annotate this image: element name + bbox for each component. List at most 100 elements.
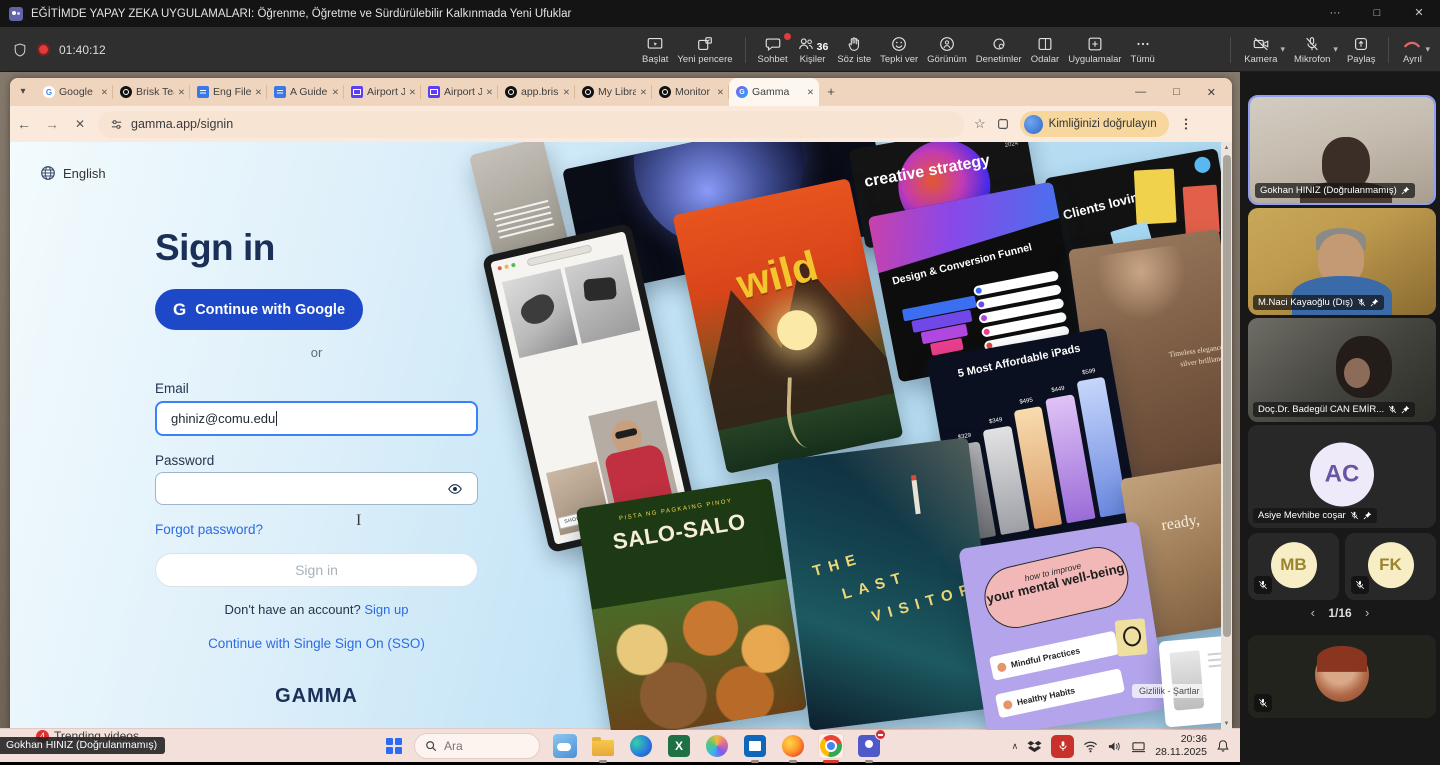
tab-close-icon[interactable]: ✕ <box>486 87 493 98</box>
pen-device-icon[interactable] <box>1131 740 1146 753</box>
tab-close-icon[interactable]: ✕ <box>101 87 108 98</box>
tab-close-icon[interactable]: ✕ <box>717 87 724 98</box>
taskbar-copilot-button[interactable] <box>704 733 730 759</box>
pagination-prev-icon[interactable]: ‹ <box>1311 605 1315 620</box>
window-maximize-button[interactable]: □ <box>1356 0 1398 27</box>
verify-identity-button[interactable]: Kimliğinizi doğrulayın <box>1020 111 1169 137</box>
chrome-icon <box>820 735 842 757</box>
view-button[interactable]: Görünüm <box>926 33 968 67</box>
share-button[interactable]: Paylaş <box>1346 33 1377 67</box>
privacy-terms-link[interactable]: Gizlilik - Şartlar <box>1132 684 1207 698</box>
tab-eng-file[interactable]: Eng File 3✕ <box>190 78 267 106</box>
tray-microphone-indicator[interactable] <box>1051 735 1074 758</box>
tab-a-guide[interactable]: A Guide to✕ <box>267 78 344 106</box>
search-input[interactable] <box>444 739 524 753</box>
browser-maximize-button[interactable]: □ <box>1173 86 1180 98</box>
tab-my-library[interactable]: My Library✕ <box>575 78 652 106</box>
tray-clock[interactable]: 20:36 28.11.2025 <box>1155 733 1207 759</box>
tab-close-icon[interactable]: ✕ <box>640 87 647 98</box>
continue-google-button[interactable]: G Continue with Google <box>155 289 363 330</box>
sso-link[interactable]: Continue with Single Sign On (SSO) <box>155 636 478 651</box>
scrollbar-thumb[interactable] <box>1223 155 1231 637</box>
tab-monitor[interactable]: Monitor B✕ <box>652 78 729 106</box>
taskbar-outlook-button[interactable] <box>742 733 768 759</box>
scroll-down-icon[interactable]: ▼ <box>1221 718 1232 730</box>
notifications-bell-icon[interactable] <box>1216 739 1230 753</box>
address-bar[interactable]: gamma.app/signin <box>98 111 964 138</box>
controls-button[interactable]: Denetimler <box>975 33 1023 67</box>
camera-button[interactable]: Kamera <box>1243 33 1278 67</box>
tab-brisk-teach[interactable]: Brisk Teach✕ <box>113 78 190 106</box>
browser-menu-icon[interactable] <box>1179 117 1193 131</box>
new-window-button[interactable]: Yeni pencere <box>676 33 733 67</box>
tab-close-icon[interactable]: ✕ <box>332 87 339 98</box>
start-button[interactable] <box>386 738 402 754</box>
camera-dropdown-icon[interactable]: ▾ <box>1280 44 1285 55</box>
scroll-up-icon[interactable]: ▲ <box>1221 142 1232 154</box>
tab-groups-icon[interactable] <box>996 117 1010 131</box>
signup-link[interactable]: Sign up <box>364 602 408 617</box>
tab-close-icon[interactable]: ✕ <box>563 87 570 98</box>
tray-expand-icon[interactable]: ∧ <box>1012 741 1019 752</box>
react-button[interactable]: Tepki ver <box>879 33 919 67</box>
new-tab-button[interactable]: + <box>819 78 843 106</box>
bookmark-star-icon[interactable]: ☆ <box>974 116 986 132</box>
microphone-button[interactable]: Mikrofon <box>1293 33 1331 67</box>
password-input[interactable] <box>155 472 478 505</box>
participant-tile-naci[interactable]: M.Naci Kayaoğlu (Dış) <box>1248 208 1436 315</box>
participant-tile-mb[interactable]: MB <box>1248 533 1339 600</box>
rooms-button[interactable]: Odalar <box>1030 33 1061 67</box>
window-close-button[interactable]: ✕ <box>1398 0 1440 27</box>
raise-hand-button[interactable]: Söz iste <box>836 33 872 67</box>
more-button[interactable]: Tümü <box>1130 33 1156 67</box>
participant-tile-gokhan[interactable]: Gokhan HINIZ (Doğrulanmamış) <box>1248 95 1436 205</box>
microphone-dropdown-icon[interactable]: ▾ <box>1333 44 1338 55</box>
site-info-icon[interactable] <box>110 118 123 131</box>
signin-button[interactable]: Sign in <box>155 553 478 587</box>
people-button[interactable]: 36 Kişiler <box>796 33 830 67</box>
browser-minimize-button[interactable]: — <box>1135 86 1146 98</box>
apps-button[interactable]: Uygulamalar <box>1067 33 1122 67</box>
leave-dropdown-icon[interactable]: ▾ <box>1425 44 1430 55</box>
tab-search-chevron-icon[interactable]: ▾ <box>10 78 36 106</box>
stop-loading-button[interactable]: ✕ <box>66 117 94 131</box>
forgot-password-link[interactable]: Forgot password? <box>155 522 263 537</box>
taskbar-teams-button[interactable] <box>856 733 882 759</box>
window-more-button[interactable]: ··· <box>1314 0 1356 27</box>
tab-airport-1[interactable]: Airport Jou✕ <box>344 78 421 106</box>
tab-airport-2[interactable]: Airport Jou✕ <box>421 78 498 106</box>
muted-mic-icon <box>1350 511 1359 520</box>
taskbar-widgets-button[interactable] <box>552 733 578 759</box>
pagination-next-icon[interactable]: › <box>1365 605 1369 620</box>
wifi-icon[interactable] <box>1083 740 1098 753</box>
taskbar-excel-button[interactable]: X <box>666 733 692 759</box>
tab-google[interactable]: GGoogle✕ <box>36 78 113 106</box>
browser-close-button[interactable]: ✕ <box>1207 86 1216 99</box>
dropbox-icon[interactable] <box>1027 739 1042 754</box>
page-scrollbar[interactable]: ▲ ▼ <box>1221 142 1232 730</box>
participant-tile-badegul[interactable]: Doç.Dr. Badegül CAN EMİR... <box>1248 318 1436 422</box>
taskbar-chrome-button[interactable] <box>818 733 844 759</box>
participant-tile-fk[interactable]: FK <box>1345 533 1436 600</box>
tab-close-icon[interactable]: ✕ <box>178 87 185 98</box>
back-button[interactable]: ← <box>10 116 38 132</box>
tab-gamma-active[interactable]: GGamma✕ <box>729 78 819 106</box>
taskbar-explorer-button[interactable] <box>590 733 616 759</box>
participant-tile-asiye[interactable]: AC Asiye Mevhibe coşar <box>1248 425 1436 528</box>
participant-tile-photo[interactable] <box>1248 635 1436 718</box>
chat-button[interactable]: Sohbet <box>757 33 789 67</box>
leave-button[interactable]: Ayrıl <box>1401 33 1423 67</box>
tab-close-icon[interactable]: ✕ <box>807 87 814 98</box>
taskbar-search[interactable] <box>414 733 540 759</box>
volume-icon[interactable] <box>1107 740 1122 753</box>
taskbar-firefox-button[interactable] <box>780 733 806 759</box>
forward-button[interactable]: → <box>38 116 66 132</box>
share-screen-button[interactable]: Başlat <box>641 33 669 67</box>
language-selector[interactable]: English <box>40 165 106 181</box>
tab-close-icon[interactable]: ✕ <box>255 87 262 98</box>
show-password-eye-icon[interactable] <box>447 481 463 497</box>
taskbar-edge-button[interactable] <box>628 733 654 759</box>
email-input[interactable]: ghiniz@comu.edu <box>155 401 478 436</box>
tab-app-brisk[interactable]: app.briskt✕ <box>498 78 575 106</box>
tab-close-icon[interactable]: ✕ <box>409 87 416 98</box>
